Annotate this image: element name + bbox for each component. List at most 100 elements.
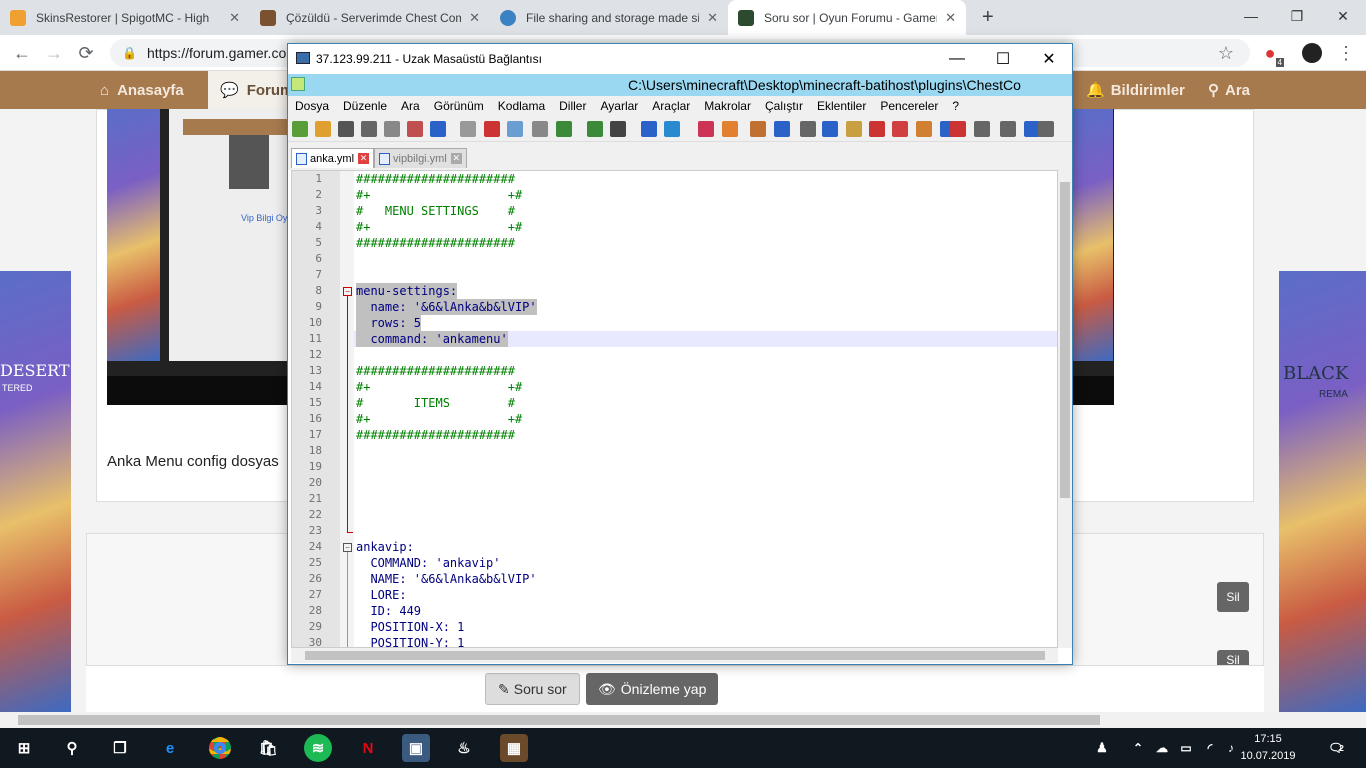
- toolbar-icon[interactable]: [532, 121, 548, 137]
- rdp-minimize-button[interactable]: —: [934, 44, 980, 74]
- tray-chevron-icon[interactable]: ⌃: [1128, 734, 1148, 762]
- close-file-icon[interactable]: ✕: [450, 153, 462, 164]
- menu-item[interactable]: Ara: [394, 99, 427, 113]
- menu-item[interactable]: Çalıştır: [758, 99, 810, 113]
- reload-icon[interactable]: ⟳: [72, 39, 100, 67]
- toolbar-icon[interactable]: [750, 121, 766, 137]
- close-tab-icon[interactable]: ✕: [707, 10, 718, 26]
- editor-vertical-scrollbar[interactable]: [1058, 170, 1072, 648]
- edge-icon[interactable]: e: [156, 734, 184, 762]
- toolbar-icon[interactable]: [1000, 121, 1016, 137]
- search-icon[interactable]: ⚲: [58, 734, 86, 762]
- toolbar-icon[interactable]: [722, 121, 738, 137]
- profile-avatar[interactable]: [1298, 39, 1326, 67]
- toolbar-icon[interactable]: [460, 121, 476, 137]
- toolbar-icon[interactable]: [507, 121, 523, 137]
- onedrive-icon[interactable]: ☁: [1152, 734, 1172, 762]
- file-tab-anka[interactable]: anka.yml ✕: [291, 148, 375, 168]
- toolbar-icon[interactable]: [587, 121, 603, 137]
- spotify-icon[interactable]: ≋: [304, 734, 332, 762]
- toolbar-icon[interactable]: [822, 121, 838, 137]
- file-tab-vipbilgi[interactable]: vipbilgi.yml ✕: [374, 148, 467, 168]
- code-editor[interactable]: 1 2 3 4 5 6 7 8 9 10 11 12 13 14 15 16 17 18 19 20 21 22 23 24 2…: [291, 170, 1058, 648]
- toolbar-icon[interactable]: [869, 121, 885, 137]
- action-center-icon[interactable]: 🗨 2: [1322, 734, 1350, 762]
- menu-item[interactable]: Pencereler: [873, 99, 945, 113]
- browser-tab-4[interactable]: Soru sor | Oyun Forumu - Gamer ✕: [728, 0, 966, 35]
- browser-tab-1[interactable]: SkinsRestorer | SpigotMC - High ✕: [0, 0, 250, 35]
- bookmark-star-icon[interactable]: ☆: [1212, 39, 1240, 67]
- browser-tab-3[interactable]: File sharing and storage made si ✕: [490, 0, 728, 35]
- menu-item[interactable]: Kodlama: [491, 99, 552, 113]
- menu-item[interactable]: ?: [945, 99, 966, 113]
- toolbar-icon[interactable]: [698, 121, 714, 137]
- extension-icon[interactable]: ● 4: [1256, 39, 1284, 67]
- page-scroll-thumb[interactable]: [18, 715, 1100, 725]
- toolbar-icon[interactable]: [664, 121, 680, 137]
- editor-vscroll-thumb[interactable]: [1060, 182, 1070, 498]
- toolbar-icon[interactable]: [916, 121, 932, 137]
- preview-button[interactable]: 👁 Önizleme yap: [586, 673, 719, 705]
- back-arrow-icon[interactable]: ←: [8, 39, 36, 67]
- windows-start-icon[interactable]: ⊞: [10, 734, 38, 762]
- toolbar-icon[interactable]: [338, 121, 354, 137]
- fold-minus-icon-2[interactable]: −: [343, 543, 352, 552]
- browser-tab-2[interactable]: Çözüldü - Serverimde Chest Com ✕: [250, 0, 490, 35]
- toolbar-icon[interactable]: [774, 121, 790, 137]
- forward-arrow-icon[interactable]: →: [40, 39, 68, 67]
- system-clock[interactable]: 17:15 10.07.2019: [1238, 731, 1298, 765]
- toolbar-icon[interactable]: [556, 121, 572, 137]
- toolbar-icon[interactable]: [315, 121, 331, 137]
- store-icon[interactable]: 🛍: [254, 734, 282, 762]
- menu-item[interactable]: Eklentiler: [810, 99, 873, 113]
- minecraft-icon[interactable]: ▦: [500, 734, 528, 762]
- menu-dots-icon[interactable]: ⋮: [1332, 39, 1360, 67]
- toolbar-icon[interactable]: [892, 121, 908, 137]
- netflix-icon[interactable]: N: [354, 734, 382, 762]
- nav-notifications[interactable]: 🔔 Bildirimler: [1086, 71, 1185, 109]
- menu-item[interactable]: Düzenle: [336, 99, 394, 113]
- toolbar-icon[interactable]: [846, 121, 862, 137]
- editor-hscroll-thumb[interactable]: [305, 651, 1045, 660]
- battery-icon[interactable]: ▭: [1176, 734, 1196, 762]
- menu-item[interactable]: Makrolar: [697, 99, 758, 113]
- toolbar-icon[interactable]: [800, 121, 816, 137]
- menu-item[interactable]: Araçlar: [645, 99, 697, 113]
- close-tab-icon[interactable]: ✕: [469, 10, 480, 26]
- toolbar-icon[interactable]: [384, 121, 400, 137]
- people-icon[interactable]: ♟: [1090, 734, 1114, 762]
- toolbar-icon[interactable]: [430, 121, 446, 137]
- toolbar-icon[interactable]: [641, 121, 657, 137]
- steam-icon[interactable]: ♨: [450, 734, 478, 762]
- ask-question-button[interactable]: ✎ Soru sor: [485, 673, 580, 705]
- toolbar-icon[interactable]: [950, 121, 966, 137]
- new-tab-button[interactable]: +: [972, 0, 1002, 35]
- window-restore-button[interactable]: ❐: [1274, 0, 1320, 32]
- toolbar-icon[interactable]: [292, 121, 308, 137]
- page-horizontal-scrollbar[interactable]: [0, 712, 1366, 728]
- menu-item[interactable]: Görünüm: [427, 99, 491, 113]
- toolbar-icon[interactable]: [610, 121, 626, 137]
- chrome-icon[interactable]: [206, 734, 234, 762]
- remote-desktop-taskbar-icon[interactable]: ▣: [402, 734, 430, 762]
- nav-search[interactable]: ⚲ Ara: [1208, 71, 1250, 109]
- close-tab-icon[interactable]: ✕: [229, 10, 240, 26]
- toolbar-icon[interactable]: [407, 121, 423, 137]
- rdp-maximize-button[interactable]: ☐: [980, 44, 1026, 74]
- menu-item[interactable]: Dosya: [288, 99, 336, 113]
- window-minimize-button[interactable]: —: [1228, 0, 1274, 32]
- nav-forum[interactable]: 💬 Forum: [208, 71, 293, 109]
- menu-item[interactable]: Ayarlar: [593, 99, 645, 113]
- menu-item[interactable]: Diller: [552, 99, 593, 113]
- close-file-icon[interactable]: ✕: [358, 153, 370, 164]
- fold-minus-icon[interactable]: −: [343, 287, 352, 296]
- toolbar-icon[interactable]: [974, 121, 990, 137]
- editor-horizontal-scrollbar[interactable]: [291, 648, 1058, 663]
- window-close-button[interactable]: ✕: [1320, 0, 1366, 32]
- toolbar-icon[interactable]: [484, 121, 500, 137]
- delete-attachment-button[interactable]: Sil: [1217, 582, 1249, 612]
- toolbar-icon[interactable]: [1038, 121, 1054, 137]
- toolbar-icon[interactable]: [361, 121, 377, 137]
- wifi-icon[interactable]: ◜: [1200, 734, 1220, 762]
- rdp-close-button[interactable]: ✕: [1026, 44, 1072, 74]
